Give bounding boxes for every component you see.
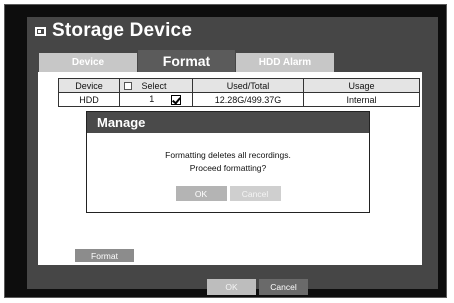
dialog-buttons: OK Cancel xyxy=(87,186,369,201)
dialog-ok-button[interactable]: OK xyxy=(175,186,227,201)
dialog-message-line-2: Proceed formatting? xyxy=(189,163,267,173)
manage-dialog: Manage Formatting deletes all recordings… xyxy=(86,111,370,213)
select-header-label: Select xyxy=(141,80,167,91)
select-all-checkbox[interactable] xyxy=(124,82,132,91)
row-select-checkbox[interactable] xyxy=(170,94,181,105)
usage-cell: Internal xyxy=(303,92,420,107)
page-title: Storage Device xyxy=(52,20,193,41)
used-total-cell: 12.28G/499.37G xyxy=(192,92,304,107)
footer-buttons: OK Cancel xyxy=(207,279,308,295)
table-header-row: Device Select Used/Total Usage xyxy=(58,78,420,93)
dialog-message: Formatting deletes all recordings. Proce… xyxy=(87,149,369,175)
dialog-cancel-button[interactable]: Cancel xyxy=(229,186,281,201)
window-title-bar: Storage Device xyxy=(35,18,192,44)
format-button[interactable]: Format xyxy=(75,249,134,262)
device-table: Device Select Used/Total Usage HDD 1 12.… xyxy=(58,78,420,107)
tab-format[interactable]: Format xyxy=(138,50,235,72)
select-cell: 1 xyxy=(119,92,193,107)
tab-device[interactable]: Device xyxy=(39,53,137,72)
table-row[interactable]: HDD 1 12.28G/499.37G Internal xyxy=(58,92,420,107)
device-cell: HDD xyxy=(58,92,120,107)
dialog-title: Manage xyxy=(87,112,369,133)
column-header-usage: Usage xyxy=(303,78,420,93)
storage-device-icon xyxy=(35,26,46,36)
cancel-button[interactable]: Cancel xyxy=(259,279,308,295)
tab-hdd-alarm[interactable]: HDD Alarm xyxy=(236,53,334,72)
row-index: 1 xyxy=(149,94,155,105)
column-header-used-total: Used/Total xyxy=(192,78,304,93)
dialog-message-line-1: Formatting deletes all recordings. xyxy=(165,150,291,160)
column-header-device: Device xyxy=(58,78,120,93)
ok-button[interactable]: OK xyxy=(207,279,256,295)
column-header-select: Select xyxy=(119,78,193,93)
